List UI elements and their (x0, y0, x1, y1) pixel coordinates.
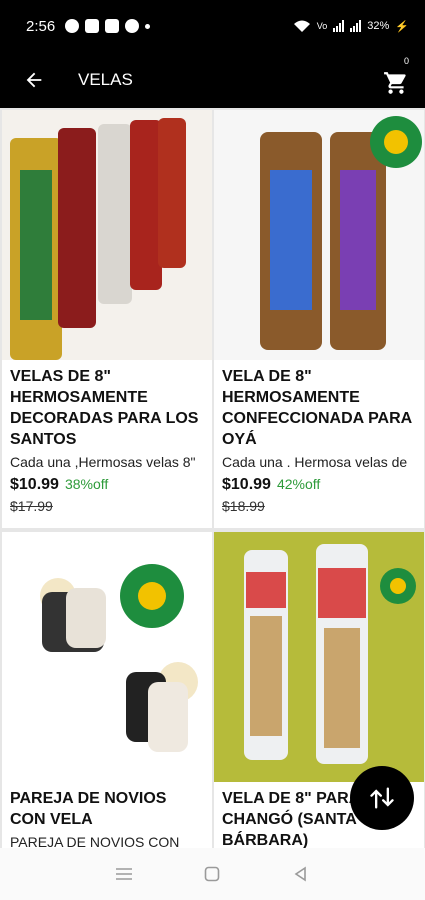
menu-lines-icon (116, 868, 133, 880)
product-image[interactable] (2, 532, 212, 782)
product-price: $10.99 (10, 476, 59, 493)
signal-icon (333, 20, 345, 32)
app-notification-icon (65, 19, 80, 33)
product-card[interactable]: VELA DE 8" HERMOSAMENTE CONFECCIONADA PA… (214, 110, 424, 528)
more-dot-icon (145, 23, 151, 29)
battery-percent: 32% (367, 20, 390, 32)
page-title: VELAS (78, 70, 133, 89)
product-title[interactable]: VELAS DE 8" HERMOSAMENTE DECORADAS PARA … (10, 366, 204, 450)
discount-badge: 38%off (64, 476, 109, 492)
app-bar: VELAS 0 (0, 52, 425, 108)
status-right: Vo 32% ⚡ (293, 19, 409, 33)
sort-arrows-icon (370, 787, 394, 809)
wifi-icon (293, 20, 310, 32)
back-triangle-icon (294, 866, 306, 882)
product-title[interactable]: PAREJA DE NOVIOS CON VELA (10, 788, 204, 830)
home-button[interactable] (192, 859, 232, 889)
status-time: 2:56 (26, 17, 56, 35)
back-button[interactable] (6, 52, 62, 108)
arrow-left-icon (26, 72, 42, 88)
cart-count: 0 (403, 56, 409, 66)
signal-2-icon (350, 20, 362, 32)
product-image[interactable] (214, 532, 424, 782)
product-card[interactable]: VELAS DE 8" HERMOSAMENTE DECORADAS PARA … (2, 110, 212, 528)
product-title[interactable]: VELA DE 8" HERMOSAMENTE CONFECCIONADA PA… (222, 366, 416, 450)
discount-badge: 42%off (276, 476, 321, 492)
original-price: $17.99 (10, 498, 53, 514)
charging-icon: ⚡ (395, 20, 409, 33)
messaging-icon (85, 19, 100, 33)
product-card[interactable]: PAREJA DE NOVIOS CON VELA PAREJA DE NOVI… (2, 532, 212, 848)
product-image[interactable] (214, 110, 424, 360)
product-image[interactable] (2, 110, 212, 360)
product-description: Cada una ,Hermosas velas 8" (10, 454, 196, 470)
recent-apps-button[interactable] (104, 859, 144, 889)
messenger-icon (125, 19, 140, 33)
home-square-icon (205, 866, 220, 882)
back-nav-button[interactable] (281, 859, 321, 889)
product-description: PAREJA DE NOVIOS CON (10, 834, 180, 848)
notification-icons (65, 19, 151, 33)
product-description: Cada una . Hermosa velas de (222, 454, 408, 470)
volte-icon: Vo (316, 21, 328, 31)
system-navigation-bar (0, 848, 425, 900)
cart-button[interactable]: 0 (383, 56, 413, 102)
camera-app-icon (105, 19, 120, 33)
sort-button[interactable] (350, 766, 414, 830)
product-price: $10.99 (222, 476, 271, 493)
original-price: $18.99 (222, 498, 265, 514)
product-grid: VELAS DE 8" HERMOSAMENTE DECORADAS PARA … (0, 108, 425, 848)
cart-icon (384, 72, 406, 94)
status-bar: 2:56 Vo 32% ⚡ (0, 0, 425, 52)
